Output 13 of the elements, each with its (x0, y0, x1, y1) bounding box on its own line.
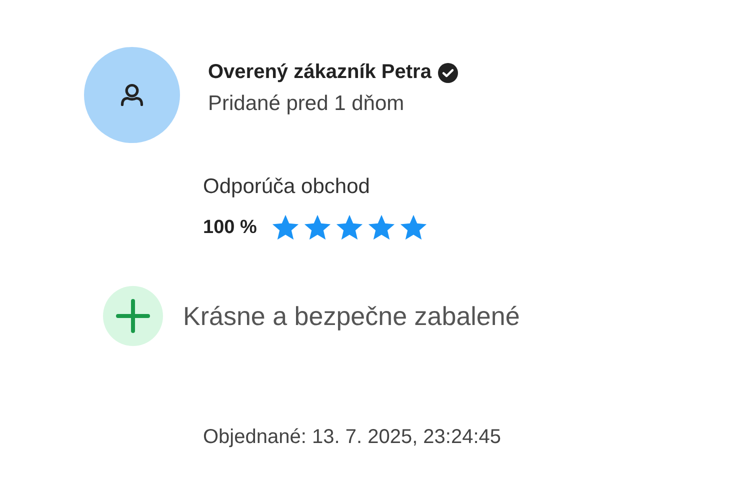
person-icon (119, 82, 145, 108)
added-time: Pridané pred 1 dňom (208, 92, 406, 116)
order-date: Objednané: 13. 7. 2025, 23:24:45 (203, 426, 502, 449)
star-icon (398, 213, 428, 242)
recommend-percent: 100 % (203, 216, 257, 238)
review-point: Krásne a bezpečne zabalené (183, 300, 520, 332)
star-icon (302, 213, 332, 242)
recommend-label: Odporúča obchod (203, 175, 370, 199)
star-icon (270, 213, 300, 242)
reviewer-name: Overený zákazník Petra (208, 61, 432, 84)
plus-icon (103, 286, 163, 346)
star-icon (334, 213, 364, 242)
star-icon (366, 213, 396, 242)
